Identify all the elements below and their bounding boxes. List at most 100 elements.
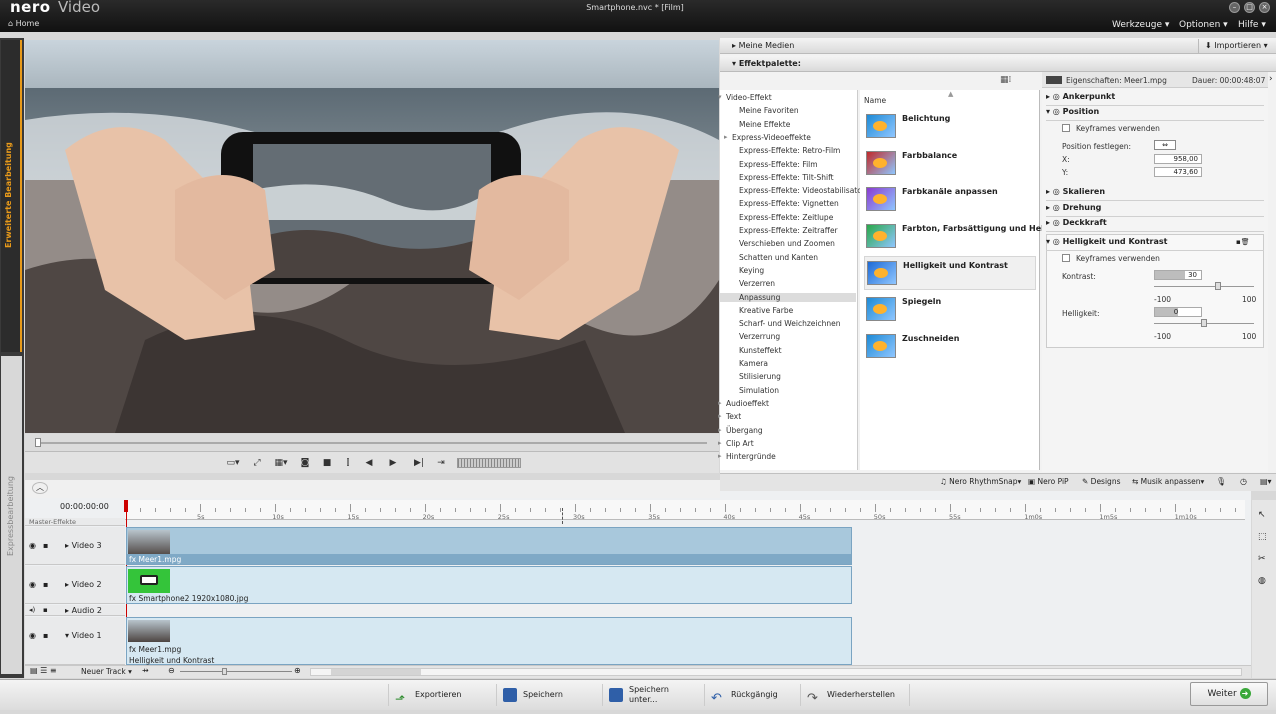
end-icon[interactable]: ⇥ <box>434 456 448 470</box>
tab-advanced-editing[interactable]: Erweiterte Bearbeitung <box>1 40 22 352</box>
timeline-scrollbar[interactable] <box>310 668 1242 676</box>
tree-item[interactable]: Verzerren <box>739 279 775 288</box>
effect-item[interactable]: Farbton, Farbsättigung und Helligk <box>864 220 1060 254</box>
lock-icon[interactable]: ▪ <box>43 606 48 614</box>
brightness-slider-handle[interactable] <box>1201 319 1207 327</box>
lock-icon[interactable]: ▪ <box>43 541 48 550</box>
tree-item[interactable]: Meine Favoriten <box>739 106 799 115</box>
brightness-field[interactable]: 0 <box>1154 307 1202 317</box>
split-icon[interactable]: ⫿ <box>341 456 355 470</box>
tree-item[interactable]: Verschieben und Zoomen <box>739 239 835 248</box>
y-field[interactable]: 473,60 <box>1154 167 1202 177</box>
effect-item[interactable]: Helligkeit und Kontrast <box>864 256 1036 291</box>
tree-item[interactable]: Express-Effekte: Videostabilisator <box>739 186 865 195</box>
tree-item[interactable]: Stilisierung <box>739 372 781 381</box>
scroll-thumb[interactable] <box>331 669 421 675</box>
import-button[interactable]: ⬇ Importieren ▾ <box>1198 39 1274 53</box>
tree-item[interactable]: Express-Videoeffekte <box>732 133 811 142</box>
collapse-icon[interactable]: › <box>1269 74 1273 84</box>
tree-item[interactable]: Text <box>726 412 741 421</box>
section-brightness-contrast[interactable]: ▾ ◎ Helligkeit und Kontrast <box>1046 237 1264 251</box>
section-scale[interactable]: ▸ ◎ Skalieren <box>1046 187 1264 201</box>
contrast-field[interactable]: 30 <box>1154 270 1202 280</box>
section-opacity[interactable]: ▸ ◎ Deckkraft <box>1046 218 1264 232</box>
track-view-icons[interactable]: ▤ ☰ ≡ <box>30 666 57 675</box>
effect-item[interactable]: Farbkanäle anpassen <box>864 183 1036 217</box>
menu-werkzeuge[interactable]: Werkzeuge ▾ <box>1112 20 1169 30</box>
zoom-out-icon[interactable]: ⊖ <box>168 666 175 675</box>
close-icon[interactable]: × <box>1259 2 1270 13</box>
keyframes-checkbox-2[interactable] <box>1062 254 1070 262</box>
effect-item[interactable]: Belichtung <box>864 110 1036 144</box>
tree-arrow-icon[interactable]: ▸ <box>718 412 722 420</box>
microphone-icon[interactable]: 🎙 <box>1216 477 1226 486</box>
tree-item[interactable]: Express-Effekte: Zeitlupe <box>739 213 833 222</box>
monitor-icon[interactable]: ▭▾ <box>222 456 244 470</box>
tree-item[interactable]: Hintergründe <box>726 452 776 461</box>
play-icon[interactable]: ▶ <box>386 456 400 470</box>
tree-item[interactable]: Kamera <box>739 359 768 368</box>
tree-item[interactable]: Übergang <box>726 426 763 435</box>
tree-item[interactable]: Video-Effekt <box>726 93 772 102</box>
contrast-slider-handle[interactable] <box>1215 282 1222 290</box>
tree-item[interactable]: Express-Effekte: Retro-Film <box>739 146 840 155</box>
time-ruler[interactable]: 5s 10s 15s 20s 25s 30s 35s 40s 45s 50s 55s 1m0s 1m5s… <box>125 500 1245 521</box>
prev-frame-icon[interactable]: ◀ <box>362 456 376 470</box>
clip-video-2[interactable]: fx Smartphone2 1920x1080.jpg <box>126 566 852 604</box>
tree-item[interactable]: Kreative Farbe <box>739 306 793 315</box>
lock-icon[interactable]: ▪ <box>43 580 48 589</box>
tree-arrow-icon[interactable]: ▸ <box>718 426 722 434</box>
tree-arrow-icon[interactable]: ▸ <box>718 452 722 460</box>
scissors-icon[interactable]: ✂ <box>1258 554 1266 564</box>
track-video-2[interactable]: ◉ ▪ ▸ Video 2 <box>25 566 125 604</box>
tree-item[interactable]: Verzerrung <box>739 332 780 341</box>
designs-button[interactable]: ✎ Designs <box>1082 477 1120 486</box>
timer-icon[interactable]: ◷ <box>1240 477 1247 486</box>
tree-arrow-icon[interactable]: ▾ <box>718 93 722 101</box>
ripple-icon[interactable]: ⇸ <box>142 666 149 675</box>
next-button[interactable]: Weiter ➜ <box>1190 682 1268 706</box>
new-track-button[interactable]: Neuer Track ▾ <box>81 667 132 676</box>
video-preview[interactable] <box>25 40 719 433</box>
scrubber-handle[interactable] <box>35 438 41 447</box>
zoom-handle[interactable] <box>222 668 227 675</box>
menu-optionen[interactable]: Optionen ▾ <box>1179 20 1228 30</box>
pointer-icon[interactable]: ↖ <box>1258 510 1266 520</box>
menu-hilfe[interactable]: Hilfe ▾ <box>1238 20 1266 30</box>
tab-express-editing[interactable]: Expressbearbeitung <box>1 356 22 674</box>
home-link[interactable]: ⌂ Home <box>8 19 39 28</box>
music-adjust-button[interactable]: ⇆ Musik anpassen▾ <box>1132 477 1204 486</box>
x-field[interactable]: 958,00 <box>1154 154 1202 164</box>
next-frame-icon[interactable]: ▶| <box>412 456 426 470</box>
fullscreen-icon[interactable]: ⤢ <box>250 456 264 470</box>
tree-item[interactable]: Clip Art <box>726 439 754 448</box>
lock-icon[interactable]: ▪ <box>43 631 48 640</box>
eye-icon[interactable]: ◉ <box>29 631 36 640</box>
tree-item[interactable]: Kunsteffekt <box>739 346 782 355</box>
tree-item[interactable]: Express-Effekte: Film <box>739 160 818 169</box>
tree-item[interactable]: Anpassung <box>720 292 856 302</box>
minimize-icon[interactable]: – <box>1229 2 1240 13</box>
track-video-1[interactable]: ◉ ▪ ▾ Video 1 <box>25 617 125 665</box>
pip-button[interactable]: ▣ Nero PiP <box>1028 477 1069 486</box>
contrast-slider[interactable] <box>1154 286 1254 287</box>
track-video-3[interactable]: ◉ ▪ ▸ Video 3 <box>25 527 125 565</box>
clip-video-3[interactable]: fx Meer1.mpg <box>126 527 852 565</box>
maximize-icon[interactable]: □ <box>1244 2 1255 13</box>
clip-video-1[interactable]: fx Meer1.mpg Helligkeit und Kontrast <box>126 617 852 665</box>
tree-item[interactable]: Express-Effekte: Tilt-Shift <box>739 173 834 182</box>
palette-header[interactable]: ▾ Effektpalette: <box>720 56 1276 72</box>
effect-item[interactable]: Spiegeln <box>864 293 1036 327</box>
keyframes-checkbox[interactable] <box>1062 124 1070 132</box>
undo-button[interactable]: ↶ Rückgängig <box>704 684 796 706</box>
speaker-icon[interactable]: ◂) <box>29 606 35 614</box>
tree-arrow-icon[interactable]: ▸ <box>718 439 722 447</box>
snapshot-icon[interactable]: ◙ <box>298 456 312 470</box>
tree-item[interactable]: Meine Effekte <box>739 120 790 129</box>
view-toggle-icon[interactable]: ▦⁞ <box>1000 75 1020 85</box>
save-button[interactable]: Speichern <box>496 684 592 706</box>
options-icon[interactable]: ▤▾ <box>1260 477 1272 486</box>
jog-shuttle[interactable] <box>457 458 521 468</box>
export-button[interactable]: ⬏ Exportieren <box>388 684 484 706</box>
magnet-icon[interactable]: ◍ <box>1258 576 1266 586</box>
